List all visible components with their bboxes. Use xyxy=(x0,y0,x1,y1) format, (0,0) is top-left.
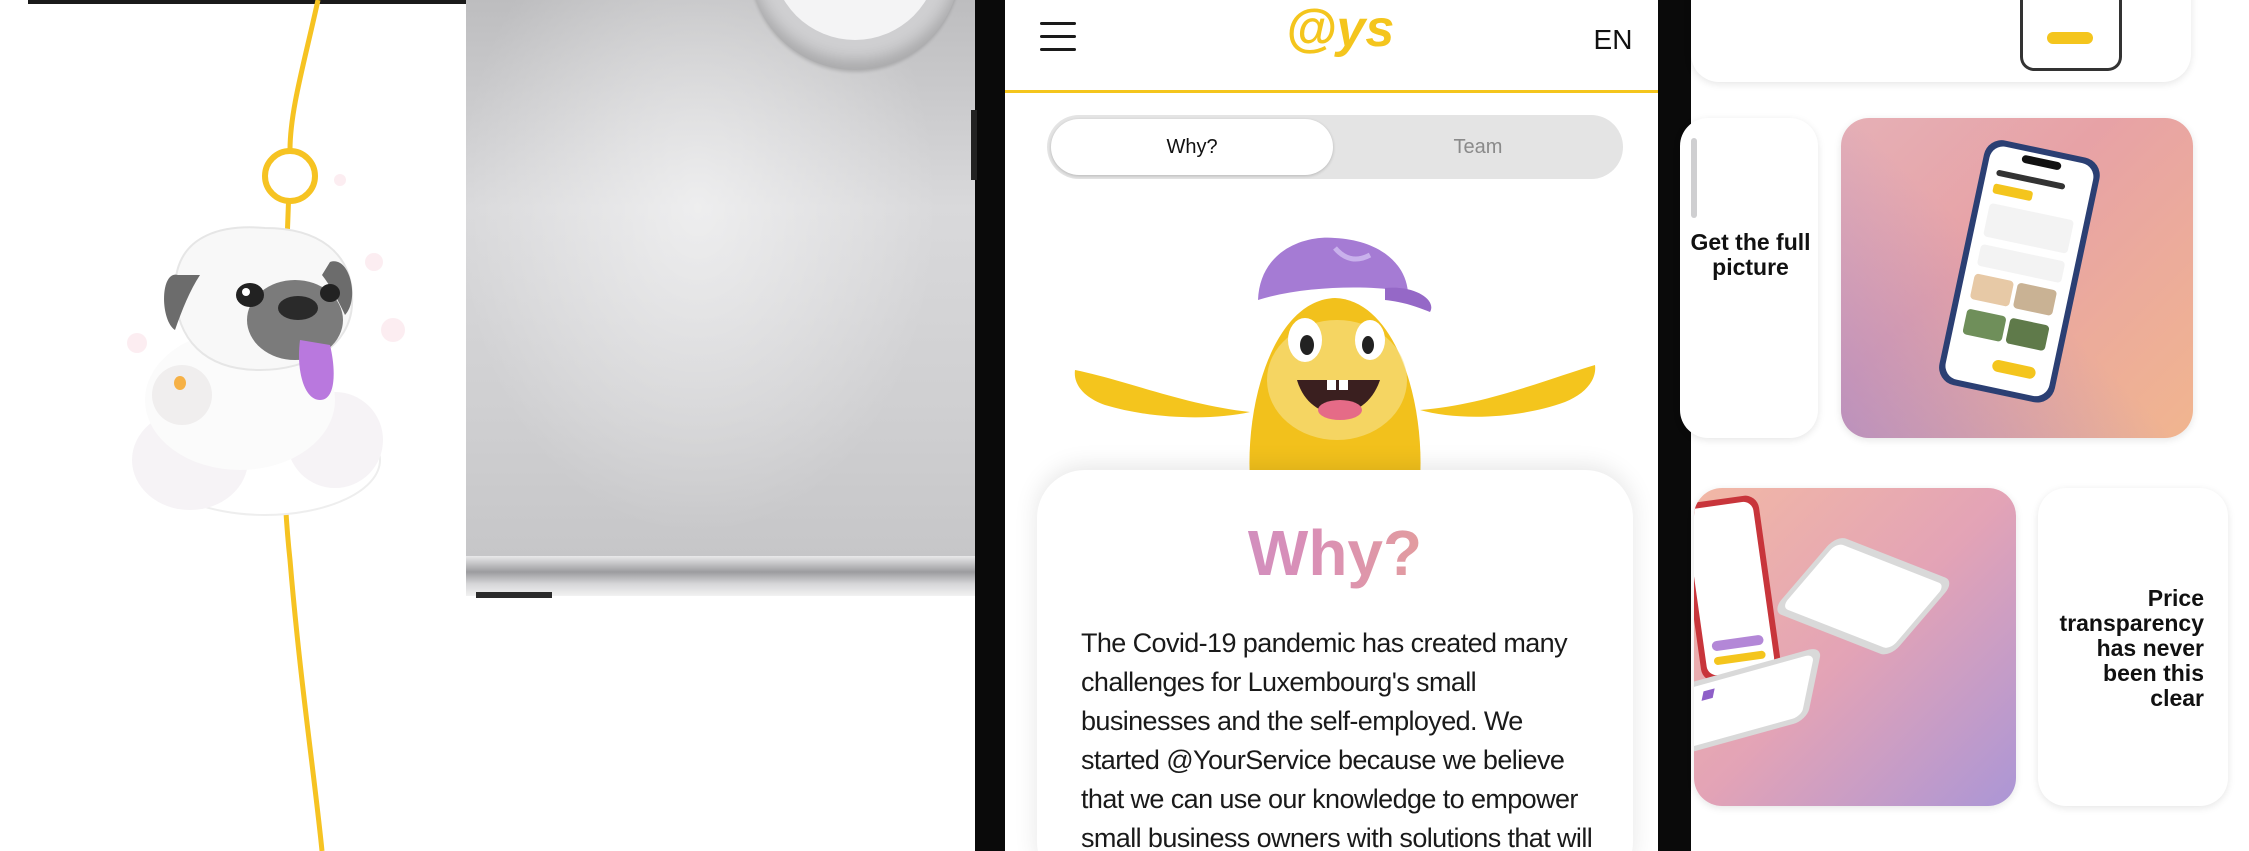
multi-phone-mockup-card xyxy=(1694,488,2016,806)
why-content-card: Why? The Covid-19 pandemic has created m… xyxy=(1037,470,1633,851)
price-transparency-label: Price transparency has never been this c… xyxy=(2059,585,2204,711)
feature-card-price: Price transparency has never been this c… xyxy=(2038,488,2228,806)
app-header: @ys EN xyxy=(1005,0,1658,93)
multi-phone-mockup-icon xyxy=(1694,495,1950,767)
mini-phone-image xyxy=(2020,0,2122,71)
hamburger-menu-icon[interactable] xyxy=(1040,22,1076,54)
feature-card-full-picture: Get the full picture xyxy=(1680,118,1818,438)
mac-pro-foot xyxy=(476,592,552,598)
language-selector[interactable]: EN xyxy=(1568,24,1658,56)
pug-mascot-icon xyxy=(127,174,405,516)
why-body-text: The Covid-19 pandemic has created many c… xyxy=(1081,628,1593,851)
tab-why[interactable]: Why? xyxy=(1051,119,1333,175)
timeline-node-icon xyxy=(262,148,318,204)
mac-pro-image xyxy=(466,0,981,593)
ays-logo: @ys xyxy=(1286,0,1395,58)
phone-side-button xyxy=(971,110,977,180)
timeline-illustration xyxy=(127,0,405,851)
segmented-tabs: Why? Team xyxy=(1047,115,1623,179)
tab-team[interactable]: Team xyxy=(1337,119,1619,175)
full-picture-label: Get the full picture xyxy=(1690,229,1811,280)
card-edge-detail xyxy=(1691,138,1697,218)
phone-mockup-card xyxy=(1841,118,2193,438)
egg-mascot-icon xyxy=(1074,237,1596,480)
mac-pro-base xyxy=(466,556,981,596)
app-phone-mockup-icon xyxy=(1939,140,2100,403)
svg-text:@ys: @ys xyxy=(1286,0,1395,58)
why-heading: Why? xyxy=(1037,516,1633,590)
phone-screen: @ys EN Why? Team Why? The Covid-19 pande… xyxy=(1005,0,1658,851)
